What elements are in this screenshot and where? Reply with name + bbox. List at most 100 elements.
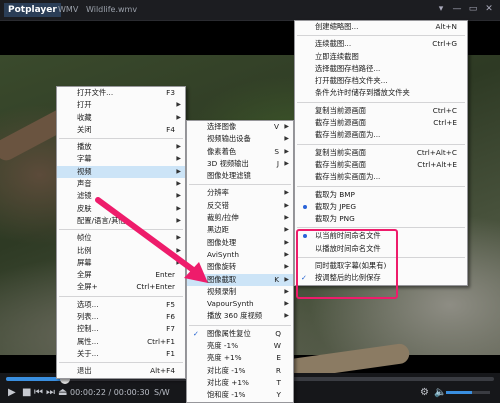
close-icon[interactable]: ✕ <box>484 4 494 14</box>
capture-menu-item[interactable]: 复制当前源画面 Ctrl+C <box>295 105 467 117</box>
video-menu-item[interactable]: 像素着色 S ▶ <box>187 146 293 158</box>
main-menu-item[interactable]: 关于... F1 <box>57 348 185 360</box>
menu-separator <box>297 227 465 229</box>
capture-menu-item-label: 截存当前源画面为... <box>315 130 381 140</box>
main-menu-item[interactable]: 选项... F5 <box>57 299 185 311</box>
video-menu-item[interactable]: 裁剪/拉伸 ▶ <box>187 212 293 224</box>
main-menu-item-shortcut: F7 <box>166 324 175 334</box>
main-menu-item[interactable]: 比例 ▶ <box>57 245 185 257</box>
stop-icon[interactable]: ■ <box>22 387 31 399</box>
capture-menu-item[interactable]: 截取为 JPEG <box>295 201 467 213</box>
submenu-arrow-icon: ▶ <box>284 275 289 283</box>
video-menu-item[interactable]: ✓ 图像属性复位 Q <box>187 328 293 340</box>
video-menu-item[interactable]: 图像截取 K ▶ <box>187 273 293 286</box>
video-menu-item[interactable]: 对比度 +1% T <box>187 377 293 389</box>
main-menu-item[interactable]: 皮肤 ▶ <box>57 203 185 215</box>
video-menu-item[interactable]: 亮度 +1% E <box>187 352 293 364</box>
main-menu-item[interactable]: 收藏 ▶ <box>57 112 185 124</box>
settings-icon[interactable]: ⚙ <box>420 387 429 399</box>
video-menu-item[interactable]: AviSynth ▶ <box>187 249 293 261</box>
next-icon[interactable]: ⏭ <box>46 387 55 399</box>
main-menu-item[interactable]: 打开 ▶ <box>57 99 185 111</box>
submenu-arrow-icon: ▶ <box>284 189 289 197</box>
volume-fill <box>446 391 473 394</box>
main-menu-item[interactable]: 全屏 Enter <box>57 269 185 281</box>
capture-menu-item[interactable]: ✓ 按调整后的比例保存 <box>295 272 467 284</box>
main-menu-item[interactable]: 打开文件... F3 <box>57 87 185 99</box>
main-menu-item[interactable]: 关闭 F4 <box>57 124 185 136</box>
capture-menu-item[interactable]: 选择截图存档路径... <box>295 63 467 75</box>
capture-menu-item[interactable]: 复制当前实画面 Ctrl+Alt+C <box>295 147 467 159</box>
volume-slider[interactable] <box>446 391 490 394</box>
capture-menu-item[interactable]: 创建缩略图... Alt+N <box>295 21 467 33</box>
play-icon[interactable]: ▶ <box>8 387 16 399</box>
submenu-arrow-icon: ▶ <box>284 201 289 209</box>
title-bar: Potplayer WMV Wildlife.wmv ▾ — ▭ ✕ <box>0 0 500 21</box>
video-menu-item[interactable]: 饱和度 -1% Y <box>187 389 293 401</box>
main-menu-item[interactable]: 字幕 ▶ <box>57 153 185 165</box>
capture-menu-item-shortcut: Ctrl+E <box>433 118 457 128</box>
capture-menu-item[interactable]: 截存当前源画面为... <box>295 129 467 141</box>
video-menu-item[interactable]: 反交错 ▶ <box>187 200 293 212</box>
video-menu-item[interactable]: 黑边距 ▶ <box>187 224 293 236</box>
app-menu-button[interactable]: Potplayer <box>4 3 61 17</box>
video-menu-item[interactable]: 图像处理滤镜 <box>187 170 293 182</box>
video-menu-item[interactable]: 对比度 -1% R <box>187 365 293 377</box>
capture-menu-item[interactable]: 截存当前实画面为... <box>295 171 467 183</box>
main-menu-item[interactable]: 视频 ▶ <box>57 165 185 179</box>
main-menu-item[interactable]: 控制... F7 <box>57 323 185 335</box>
video-menu-item[interactable]: 选择图像 V ▶ <box>187 121 293 133</box>
capture-menu-item[interactable]: 连续截图... Ctrl+G <box>295 38 467 50</box>
main-menu-item[interactable]: 声音 ▶ <box>57 178 185 190</box>
submenu-arrow-icon: ▶ <box>284 147 289 155</box>
main-menu-item-label: 滤镜 <box>77 191 92 201</box>
capture-menu-item[interactable]: 同时截取字幕(如果有) <box>295 260 467 272</box>
main-menu-item[interactable]: 滤镜 ▶ <box>57 190 185 202</box>
capture-menu-item[interactable]: 截存当前实画面 Ctrl+Alt+E <box>295 159 467 171</box>
video-menu-item[interactable]: VapourSynth ▶ <box>187 298 293 310</box>
video-menu-item[interactable]: 播放 360 度视频 ▶ <box>187 310 293 322</box>
capture-menu-item[interactable]: 截取为 PNG <box>295 213 467 225</box>
maximize-icon[interactable]: ▭ <box>468 4 478 14</box>
main-menu-item-label: 列表... <box>77 312 99 322</box>
eject-icon[interactable]: ⏏ <box>58 387 67 399</box>
main-menu-item-label: 皮肤 <box>77 203 92 213</box>
video-menu-item[interactable]: 图像处理 ▶ <box>187 237 293 249</box>
video-menu-item[interactable]: 3D 视频输出 J ▶ <box>187 158 293 170</box>
video-menu-item[interactable]: 分辨率 ▶ <box>187 187 293 199</box>
capture-menu-item[interactable]: 截存当前源画面 Ctrl+E <box>295 117 467 129</box>
main-menu-item[interactable]: 屏幕 ▶ <box>57 257 185 269</box>
main-menu-item[interactable]: 配置/语言/其他 ▶ <box>57 215 185 227</box>
main-menu-item[interactable]: 播放 ▶ <box>57 141 185 153</box>
main-menu-item[interactable]: 帧位 ▶ <box>57 232 185 244</box>
video-menu-item[interactable]: 图像旋转 ▶ <box>187 261 293 273</box>
video-menu-item[interactable]: 亮度 -1% W <box>187 340 293 352</box>
prev-icon[interactable]: ⏮ <box>34 387 43 399</box>
capture-menu-item[interactable]: 截取为 BMP <box>295 189 467 201</box>
main-menu-item-label: 声音 <box>77 179 92 189</box>
video-menu-item[interactable]: 视频录制 ▶ <box>187 286 293 298</box>
capture-menu-item[interactable]: 条件允许时储存到播放文件夹 <box>295 87 467 99</box>
capture-menu-item-label: 同时截取字幕(如果有) <box>315 261 387 271</box>
main-menu-item-label: 关于... <box>77 348 99 358</box>
capture-menu-item-label: 打开截图存档文件夹... <box>315 76 388 86</box>
minimize-icon[interactable]: — <box>452 4 462 14</box>
submenu-arrow-icon: ▶ <box>284 135 289 143</box>
speaker-icon[interactable]: 🔈 <box>434 387 446 399</box>
capture-menu-item-label: 以当前时间命名文件 <box>315 231 381 241</box>
subtitle-mode[interactable]: S/W <box>154 388 170 398</box>
pin-icon[interactable]: ▾ <box>436 4 446 14</box>
video-menu-item-label: 图像属性复位 <box>207 328 251 338</box>
main-menu-item[interactable]: 退出 Alt+F4 <box>57 365 185 377</box>
capture-menu-item[interactable]: 以当前时间命名文件 <box>295 230 467 242</box>
capture-menu-item[interactable]: 打开截图存档文件夹... <box>295 75 467 87</box>
capture-menu-item-label: 以播放时间命名文件 <box>315 243 381 253</box>
video-menu-item[interactable]: 视频输出设备 ▶ <box>187 133 293 145</box>
main-menu-item[interactable]: 全屏+ Ctrl+Enter <box>57 281 185 293</box>
capture-menu-item[interactable]: 以播放时间命名文件 <box>295 243 467 255</box>
main-menu-item[interactable]: 属性... Ctrl+F1 <box>57 336 185 348</box>
main-menu-item[interactable]: 列表... F6 <box>57 311 185 323</box>
main-menu-item-label: 打开文件... <box>77 88 114 97</box>
capture-menu-item-label: 截取为 JPEG <box>315 201 357 211</box>
capture-menu-item[interactable]: 立即连续截图 <box>295 51 467 63</box>
